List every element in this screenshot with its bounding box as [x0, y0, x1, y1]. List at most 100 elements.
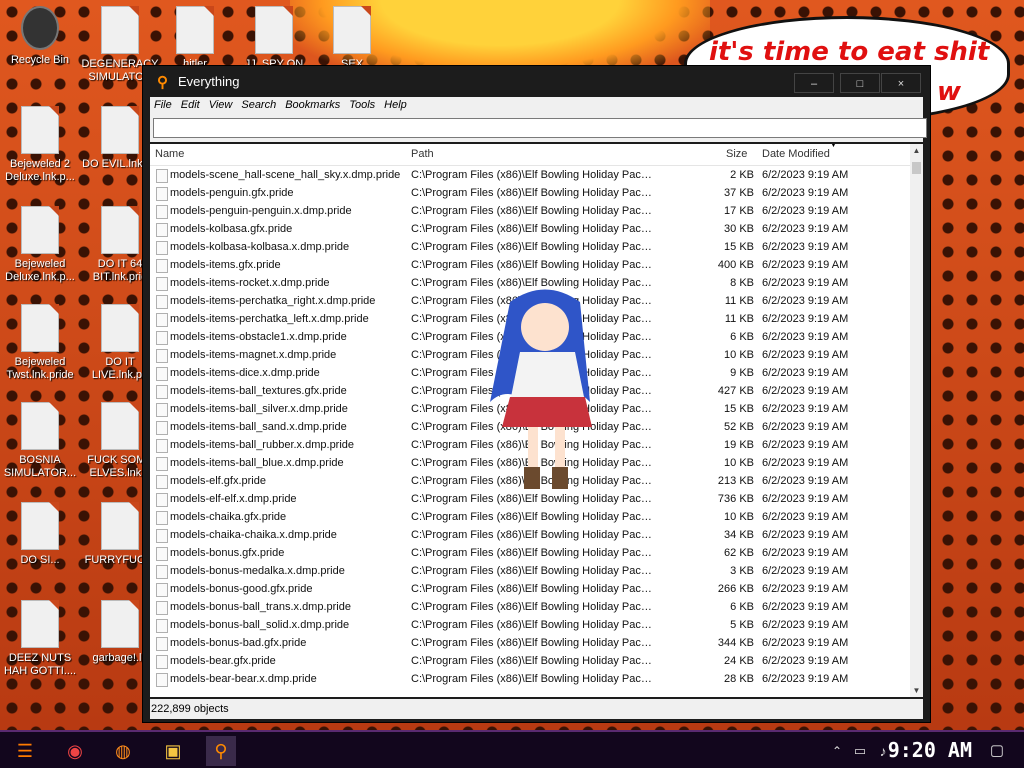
- file-icon: [156, 313, 168, 327]
- row-size: 10 KB: [724, 457, 754, 469]
- desktop-icon[interactable]: JJ_SPY ON: [234, 6, 314, 71]
- desktop-icon[interactable]: SEX: [312, 6, 392, 71]
- status-bar: 222,899 objects: [150, 699, 923, 719]
- desktop-icon[interactable]: Recycle Bin: [0, 6, 80, 67]
- file-shortcut-icon: [21, 600, 59, 648]
- desktop-icon[interactable]: Bejeweled Twst.lnk.pride: [0, 304, 80, 382]
- row-date: 6/2/2023 9:19 AM: [762, 475, 849, 487]
- row-name: models-items.gfx.pride: [170, 259, 281, 271]
- file-icon: [156, 331, 168, 345]
- maximize-button[interactable]: □: [840, 73, 880, 93]
- row-size: 28 KB: [724, 673, 754, 685]
- everything-taskbar-icon[interactable]: ⚲: [206, 736, 236, 766]
- row-name: models-items-ball_blue.x.dmp.pride: [170, 457, 344, 469]
- row-name: models-items-ball_silver.x.dmp.pride: [170, 403, 348, 415]
- search-input[interactable]: [153, 118, 927, 138]
- menu-item-search[interactable]: Search: [237, 97, 281, 111]
- column-size[interactable]: Size: [726, 148, 747, 160]
- close-button[interactable]: ×: [881, 73, 921, 93]
- file-icon: [156, 511, 168, 525]
- anime-girl-desktop-pet[interactable]: [480, 282, 610, 502]
- row-size: 24 KB: [724, 655, 754, 667]
- row-date: 6/2/2023 9:19 AM: [762, 313, 849, 325]
- row-name: models-chaika-chaika.x.dmp.pride: [170, 529, 337, 541]
- file-icon: [156, 601, 168, 615]
- row-name: models-items-ball_rubber.x.dmp.pride: [170, 439, 355, 451]
- vertical-scrollbar[interactable]: ▲ ▼: [910, 144, 923, 697]
- table-row[interactable]: models-bonus-bad.gfx.pride C:\Program Fil…: [150, 634, 910, 652]
- table-row[interactable]: models-scene_hall-scene_hall_sky.x.dmp.p…: [150, 166, 910, 184]
- row-path: C:\Program Files (x86)\Elf Bowling Holid…: [411, 169, 657, 181]
- search-bar: [150, 116, 927, 142]
- table-row[interactable]: models-penguin.gfx.pride C:\Program Files…: [150, 184, 910, 202]
- table-row[interactable]: models-bonus-medalka.x.dmp.pride C:\Progr…: [150, 562, 910, 580]
- row-path: C:\Program Files (x86)\Elf Bowling Holid…: [411, 511, 657, 523]
- notification-icon[interactable]: ▢: [982, 736, 1012, 766]
- row-name: models-items-ball_sand.x.dmp.pride: [170, 421, 347, 433]
- chrome-icon[interactable]: ◉: [60, 736, 90, 766]
- table-row[interactable]: models-bonus-ball_trans.x.dmp.pride C:\Pr…: [150, 598, 910, 616]
- file-icon: [156, 169, 168, 183]
- column-path[interactable]: Path: [411, 148, 434, 160]
- scroll-thumb[interactable]: [912, 162, 921, 174]
- file-icon: [156, 385, 168, 399]
- file-explorer-icon[interactable]: ▣: [158, 736, 188, 766]
- file-icon: [156, 367, 168, 381]
- file-shortcut-icon: [101, 106, 139, 154]
- table-row[interactable]: models-bear.gfx.pride C:\Program Files (x…: [150, 652, 910, 670]
- row-size: 3 KB: [730, 565, 754, 577]
- menu-item-bookmarks[interactable]: Bookmarks: [281, 97, 345, 111]
- table-row[interactable]: models-penguin-penguin.x.dmp.pride C:\Pro…: [150, 202, 910, 220]
- table-row[interactable]: models-kolbasa-kolbasa.x.dmp.pride C:\Pro…: [150, 238, 910, 256]
- title-bar[interactable]: ⚲ Everything – □ ×: [143, 66, 930, 96]
- row-date: 6/2/2023 9:19 AM: [762, 457, 849, 469]
- firefox-icon[interactable]: ◍: [108, 736, 138, 766]
- row-name: models-bonus-ball_trans.x.dmp.pride: [170, 601, 351, 613]
- table-row[interactable]: models-chaika-chaika.x.dmp.pride C:\Progr…: [150, 526, 910, 544]
- row-date: 6/2/2023 9:19 AM: [762, 439, 849, 451]
- scroll-up-icon[interactable]: ▲: [910, 144, 923, 157]
- desktop-icon[interactable]: Bejeweled 2 Deluxe.lnk.p...: [0, 106, 80, 184]
- table-row[interactable]: models-bonus-ball_solid.x.dmp.pride C:\Pr…: [150, 616, 910, 634]
- scroll-down-icon[interactable]: ▼: [910, 684, 923, 697]
- row-size: 30 KB: [724, 223, 754, 235]
- desktop-icon[interactable]: Bejeweled Deluxe.lnk.p...: [0, 206, 80, 284]
- row-size: 9 KB: [730, 367, 754, 379]
- desktop-icon[interactable]: BOSNIA SIMULATOR...: [0, 402, 80, 480]
- desktop-icon[interactable]: hitler: [155, 6, 235, 71]
- table-row[interactable]: models-kolbasa.gfx.pride C:\Program Files…: [150, 220, 910, 238]
- row-date: 6/2/2023 9:19 AM: [762, 385, 849, 397]
- file-icon: [156, 277, 168, 291]
- row-name: models-items-obstacle1.x.dmp.pride: [170, 331, 347, 343]
- menu-item-file[interactable]: File: [150, 97, 177, 111]
- taskbar-clock[interactable]: 9:20 AM: [888, 738, 972, 762]
- menu-item-view[interactable]: View: [205, 97, 238, 111]
- speech-text-line2: w: [937, 77, 962, 107]
- desktop-icon[interactable]: DO SI...: [0, 502, 80, 567]
- column-date-modified[interactable]: Date Modified: [762, 148, 830, 160]
- row-size: 37 KB: [724, 187, 754, 199]
- table-row[interactable]: models-chaika.gfx.pride C:\Program Files …: [150, 508, 910, 526]
- menu-item-edit[interactable]: Edit: [177, 97, 205, 111]
- row-size: 427 KB: [717, 385, 754, 397]
- menu-item-tools[interactable]: Tools: [345, 97, 380, 111]
- file-icon: [156, 439, 168, 453]
- status-text: 222,899 objects: [151, 703, 229, 715]
- start-button-icon[interactable]: ☰: [10, 736, 40, 766]
- table-row[interactable]: models-bonus-good.gfx.pride C:\Program Fi…: [150, 580, 910, 598]
- file-shortcut-icon: [101, 502, 139, 550]
- table-row[interactable]: models-items.gfx.pride C:\Program Files (…: [150, 256, 910, 274]
- table-row[interactable]: models-bear-bear.x.dmp.pride C:\Program F…: [150, 670, 910, 688]
- table-row[interactable]: models-bonus.gfx.pride C:\Program Files (…: [150, 544, 910, 562]
- minimize-button[interactable]: –: [794, 73, 834, 93]
- row-name: models-kolbasa-kolbasa.x.dmp.pride: [170, 241, 350, 253]
- desktop-icon-label: BOSNIA SIMULATOR...: [3, 454, 77, 479]
- desktop-icon[interactable]: DEEZ NUTS HAH GOTTI....: [0, 600, 80, 678]
- file-icon: [156, 493, 168, 507]
- menu-bar: File Edit View Search Bookmarks Tools Help: [150, 97, 923, 116]
- desktop-icon-label: DEEZ NUTS HAH GOTTI....: [3, 652, 77, 677]
- column-name[interactable]: Name: [155, 148, 184, 160]
- menu-item-help[interactable]: Help: [380, 97, 412, 111]
- row-date: 6/2/2023 9:19 AM: [762, 583, 849, 595]
- row-name: models-elf-elf.x.dmp.pride: [170, 493, 297, 505]
